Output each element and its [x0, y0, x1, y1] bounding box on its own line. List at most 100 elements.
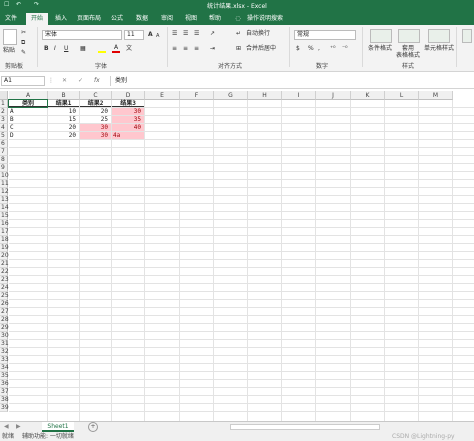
align-middle-icon[interactable]: ☰ [183, 30, 188, 38]
borders-icon[interactable]: ▦ [80, 45, 86, 53]
row-header-3[interactable]: 3 [0, 116, 8, 124]
font-color-icon[interactable]: A [112, 45, 120, 53]
row-header-18[interactable]: 18 [0, 236, 9, 244]
row-header-35[interactable]: 35 [0, 372, 9, 380]
column-header-g[interactable]: G [214, 91, 248, 100]
row-header-32[interactable]: 32 [0, 348, 9, 356]
row-header-21[interactable]: 21 [0, 260, 9, 268]
status-accessibility[interactable]: 辅助功能: 一切就绪 [22, 432, 74, 441]
row-header-23[interactable]: 23 [0, 276, 9, 284]
insert-function-icon[interactable]: fx [94, 77, 100, 84]
cell-styles-button[interactable]: 单元格样式 [424, 45, 454, 53]
column-header-h[interactable]: H [248, 91, 282, 100]
header-cell-2[interactable]: 结果1 [48, 100, 79, 107]
column-header-e[interactable]: E [145, 91, 180, 100]
conditional-format-button[interactable]: 条件格式 [368, 45, 392, 53]
worksheet-grid[interactable]: ABCDEFGHIJKLM 1 2 3 4 5 6 7 8 9 10 11 12 13 14 15 16 17 1… [0, 91, 474, 421]
cell-result3[interactable]: 30 [112, 108, 144, 115]
row-header-13[interactable]: 13 [0, 196, 9, 204]
row-header-30[interactable]: 30 [0, 332, 9, 340]
font-name-select[interactable]: 宋体 [42, 30, 122, 40]
scroll-left-icon[interactable]: ◀ [4, 423, 9, 430]
row-header-11[interactable]: 11 [0, 180, 9, 188]
column-header-a[interactable]: A [9, 91, 48, 100]
merge-center-button[interactable]: 合并后居中 [246, 45, 276, 53]
format-painter-icon[interactable]: ✎ [21, 49, 26, 57]
cell-category[interactable]: B [9, 116, 47, 123]
column-header-l[interactable]: L [385, 91, 419, 100]
tab-page-layout[interactable]: 页面布局 [74, 14, 104, 24]
header-cell-4[interactable]: 结果3 [112, 100, 144, 107]
row-header-17[interactable]: 17 [0, 228, 9, 236]
cancel-icon[interactable]: ✕ [62, 77, 67, 84]
cell-result3[interactable]: 4a [112, 132, 144, 139]
column-header-c[interactable]: C [80, 91, 112, 100]
row-header-7[interactable]: 7 [0, 148, 8, 156]
wrap-text-button[interactable]: 自动换行 [246, 30, 270, 38]
row-header-26[interactable]: 26 [0, 300, 9, 308]
align-left-icon[interactable]: ≡ [172, 45, 177, 53]
fill-color-icon[interactable] [98, 47, 106, 53]
row-header-38[interactable]: 38 [0, 396, 9, 404]
row-header-28[interactable]: 28 [0, 316, 9, 324]
enter-icon[interactable]: ✓ [78, 77, 83, 84]
cell-styles-icon[interactable] [428, 29, 450, 43]
align-bottom-icon[interactable]: ☰ [194, 30, 199, 38]
row-header-24[interactable]: 24 [0, 284, 9, 292]
row-header-10[interactable]: 10 [0, 172, 9, 180]
sheet-tab-sheet1[interactable]: Sheet1 [42, 422, 74, 432]
paste-icon[interactable] [3, 29, 17, 45]
horizontal-scrollbar[interactable] [230, 424, 380, 430]
align-right-icon[interactable]: ≡ [194, 45, 199, 53]
row-header-20[interactable]: 20 [0, 252, 9, 260]
row-header-8[interactable]: 8 [0, 156, 8, 164]
column-header-m[interactable]: M [419, 91, 453, 100]
cell-category[interactable]: C [9, 124, 47, 131]
formula-input[interactable]: 类别 [110, 76, 472, 86]
row-header-39[interactable]: 39 [0, 404, 9, 412]
align-top-icon[interactable]: ☰ [172, 30, 177, 38]
row-header-19[interactable]: 19 [0, 244, 9, 252]
tab-insert[interactable]: 插入 [52, 14, 70, 24]
orientation-icon[interactable]: ↗ [210, 30, 215, 38]
percent-icon[interactable]: % [308, 45, 314, 53]
shrink-font-button[interactable]: A [156, 32, 159, 40]
cell-result3[interactable]: 40 [112, 124, 144, 131]
format-table-icon[interactable] [398, 29, 420, 43]
row-header-14[interactable]: 14 [0, 204, 9, 212]
row-header-27[interactable]: 27 [0, 308, 9, 316]
row-header-9[interactable]: 9 [0, 164, 8, 172]
row-header-29[interactable]: 29 [0, 324, 9, 332]
tab-file[interactable]: 文件 [2, 14, 20, 24]
phonetic-icon[interactable]: 文 [126, 45, 132, 53]
grow-font-button[interactable]: A [148, 31, 153, 39]
cell-result1[interactable]: 10 [48, 108, 79, 115]
indent-icon[interactable]: ⇥ [210, 45, 215, 53]
row-header-31[interactable]: 31 [0, 340, 9, 348]
cell-result1[interactable]: 15 [48, 116, 79, 123]
row-header-15[interactable]: 15 [0, 212, 9, 220]
row-header-1[interactable]: 1 [0, 100, 8, 108]
tab-review[interactable]: 审阅 [158, 14, 176, 24]
tab-help[interactable]: 帮助 [206, 14, 224, 24]
row-header-16[interactable]: 16 [0, 220, 9, 228]
row-header-37[interactable]: 37 [0, 388, 9, 396]
column-header-f[interactable]: F [180, 91, 214, 100]
currency-icon[interactable]: $ [296, 45, 300, 53]
align-center-icon[interactable]: ≡ [183, 45, 188, 53]
header-cell-3[interactable]: 结果2 [80, 100, 111, 107]
cell-result3[interactable]: 35 [112, 116, 144, 123]
column-header-b[interactable]: B [48, 91, 80, 100]
increase-decimal-icon[interactable]: ⁺⁰ [330, 45, 336, 53]
tab-view[interactable]: 视图 [182, 14, 200, 24]
name-box[interactable]: A1 [1, 76, 45, 86]
cell-result2[interactable]: 30 [80, 132, 111, 139]
header-cell-1[interactable]: 类别 [8, 99, 48, 108]
row-header-36[interactable]: 36 [0, 380, 9, 388]
underline-button[interactable]: U [64, 45, 68, 53]
cell-result2[interactable]: 30 [80, 124, 111, 131]
column-header-i[interactable]: I [282, 91, 316, 100]
tab-formulas[interactable]: 公式 [108, 14, 126, 24]
row-header-4[interactable]: 4 [0, 124, 8, 132]
select-all-corner[interactable] [0, 91, 8, 100]
